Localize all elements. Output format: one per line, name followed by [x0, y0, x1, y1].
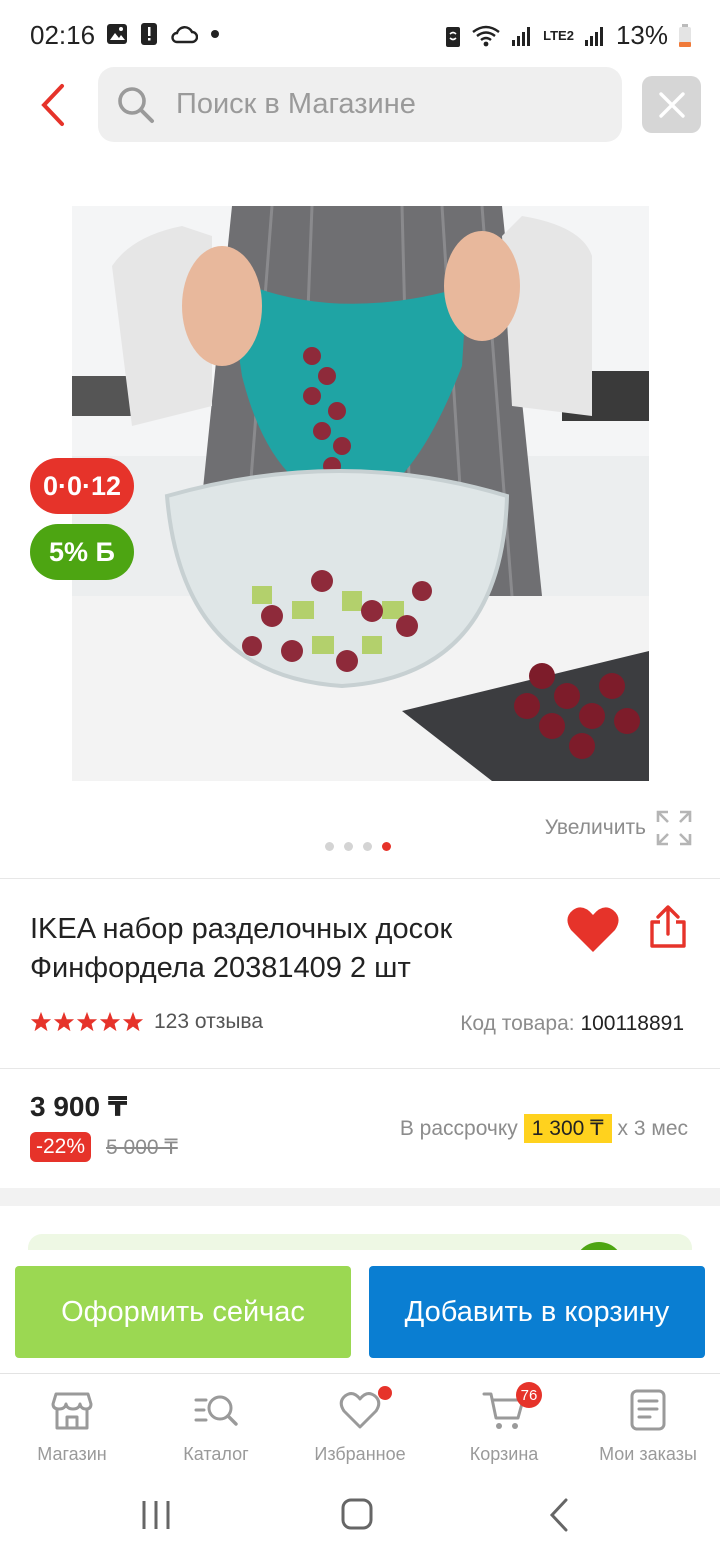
old-price: 5 000 ₸	[106, 1136, 178, 1159]
search-placeholder: Поиск в Магазине	[176, 88, 416, 120]
divider	[0, 1068, 720, 1069]
installment-amount: 1 300 ₸	[523, 1114, 612, 1143]
gallery-dot[interactable]	[344, 842, 353, 851]
status-time: 02:16	[30, 20, 96, 50]
timer-badge: 0·0·12	[30, 458, 134, 514]
add-to-cart-button[interactable]: Добавить в корзину	[369, 1266, 705, 1358]
notification-dot	[378, 1386, 392, 1400]
share-icon	[650, 905, 686, 948]
back-arrow-icon	[41, 84, 64, 126]
sku: Код товара: 100118891	[460, 1012, 684, 1036]
gallery-icon	[107, 24, 127, 44]
nav-label-favorites: Избранное	[314, 1444, 406, 1464]
rating-stars	[30, 1011, 144, 1033]
nav-label-catalog: Каталог	[183, 1444, 249, 1464]
dot-icon	[211, 30, 219, 38]
cart-count-badge: 76	[516, 1382, 542, 1408]
section-separator	[0, 1188, 720, 1206]
heart-outline-icon	[339, 1392, 381, 1429]
gallery-dot-active[interactable]	[382, 842, 391, 851]
divider	[0, 878, 720, 879]
close-button[interactable]	[642, 76, 701, 133]
gallery-dot[interactable]	[363, 842, 372, 851]
zoom-button[interactable]: Увеличить	[545, 810, 692, 846]
sku-value: 100118891	[580, 1012, 684, 1035]
action-bar: Оформить сейчас Добавить в корзину	[0, 1250, 720, 1372]
star-icon	[30, 1011, 52, 1032]
star-icon	[76, 1011, 98, 1032]
battery-icon	[679, 23, 691, 47]
network-label: LTE2	[543, 28, 574, 43]
wifi-icon	[472, 25, 500, 46]
discount-badge: -22%	[30, 1132, 92, 1162]
orders-icon	[630, 1389, 666, 1431]
nav-item-orders[interactable]: Мои заказы	[576, 1374, 720, 1483]
product-image[interactable]	[72, 206, 649, 781]
home-icon[interactable]	[341, 1497, 373, 1531]
installment-prefix: В рассрочку	[399, 1116, 518, 1140]
favorite-button[interactable]	[566, 906, 620, 954]
nav-label-store: Магазин	[37, 1444, 107, 1464]
search-input[interactable]: Поиск в Магазине	[98, 67, 622, 142]
installment-info[interactable]: В рассрочку 1 300 ₸ х 3 мес	[400, 1114, 688, 1143]
search-icon	[118, 86, 154, 123]
heart-filled-icon	[567, 907, 619, 952]
alert-icon	[141, 23, 157, 45]
product-title: IKEA набор разделочных досок Финфордела …	[30, 913, 453, 984]
nav-label-orders: Мои заказы	[599, 1444, 697, 1464]
star-icon	[122, 1011, 144, 1032]
gallery-dot[interactable]	[325, 842, 334, 851]
bonus-badge: 5% Б	[30, 524, 134, 580]
cloud-icon	[171, 26, 198, 44]
signal-icon	[512, 26, 531, 46]
recent-apps-icon[interactable]	[141, 1499, 171, 1531]
status-bar: 02:16 LTE2 13%	[0, 0, 720, 68]
zoom-label: Увеличить	[544, 816, 646, 839]
system-back-icon[interactable]	[548, 1497, 570, 1533]
battery-percent: 13%	[615, 20, 668, 50]
system-nav-bar	[0, 1483, 720, 1560]
nav-label-cart: Корзина	[469, 1444, 539, 1464]
reviews-link[interactable]: 123 отзыва	[154, 1010, 263, 1034]
expand-icon	[656, 810, 692, 846]
share-button[interactable]	[646, 904, 690, 950]
price: 3 900 ₸	[30, 1091, 128, 1122]
installment-suffix: х 3 мес	[617, 1116, 688, 1140]
nav-item-catalog[interactable]: Каталог	[144, 1374, 288, 1483]
star-icon	[99, 1011, 121, 1032]
gallery-dots	[325, 842, 391, 851]
close-icon	[658, 91, 685, 118]
checkout-now-button[interactable]: Оформить сейчас	[15, 1266, 351, 1358]
back-button[interactable]	[34, 82, 74, 128]
rating[interactable]: 123 отзыва	[30, 1010, 263, 1034]
nfc-icon	[446, 26, 461, 47]
sku-label: Код товара:	[460, 1012, 575, 1035]
signal-icon	[584, 26, 603, 46]
bottom-nav: Магазин Каталог Избранное 76 Корзина Мои…	[0, 1373, 720, 1483]
nav-item-favorites[interactable]: Избранное	[288, 1374, 432, 1483]
star-icon	[53, 1011, 75, 1032]
store-icon	[51, 1392, 93, 1430]
nav-item-store[interactable]: Магазин	[0, 1374, 144, 1483]
catalog-search-icon	[194, 1395, 238, 1426]
nav-item-cart[interactable]: 76 Корзина	[432, 1374, 576, 1483]
